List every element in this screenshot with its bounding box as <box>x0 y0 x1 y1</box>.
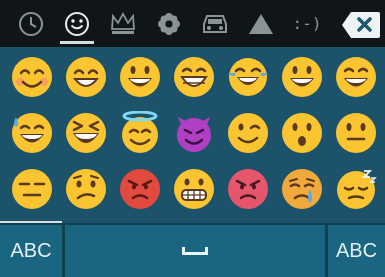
laughing-squinting-face-emoji[interactable] <box>64 111 108 155</box>
crown-icon <box>111 11 135 34</box>
space-bar-icon <box>182 247 208 255</box>
grinning-face-with-smiling-eyes-emoji[interactable] <box>64 55 108 99</box>
smiling-face-with-smiling-eyes-emoji[interactable] <box>10 55 54 99</box>
emoji-grid <box>0 47 385 223</box>
sleepy-face-emoji[interactable] <box>334 167 378 211</box>
tab-objects[interactable] <box>100 0 146 47</box>
hushed-face-emoji[interactable] <box>280 111 324 155</box>
abc-switch-button-left[interactable]: ABC <box>0 225 62 277</box>
smiling-face-open-mouth-2-emoji[interactable] <box>280 55 324 99</box>
grinning-face-emoji[interactable] <box>172 55 216 99</box>
angry-face-emoji[interactable] <box>226 167 270 211</box>
smiling-face-with-halo-emoji[interactable] <box>118 111 162 155</box>
tab-emoticons[interactable]: :-) <box>284 0 330 47</box>
emoji-category-bar: :-) <box>0 0 385 47</box>
abc-left-label: ABC <box>10 239 52 262</box>
smiley-face-icon <box>65 11 89 36</box>
face-with-tears-of-joy-emoji[interactable] <box>226 55 270 99</box>
flower-icon <box>158 12 180 35</box>
space-bar-button[interactable] <box>65 225 325 277</box>
backspace-delete-icon <box>342 12 380 38</box>
smiling-devil-face-emoji[interactable] <box>172 111 216 155</box>
abc-right-label: ABC <box>335 239 378 262</box>
emoji-keyboard: :-) ABC ABC <box>0 0 385 277</box>
tab-recent[interactable] <box>8 0 54 47</box>
keyboard-bottom-row: ABC ABC <box>0 223 385 277</box>
tab-nature[interactable] <box>146 0 192 47</box>
tab-symbols[interactable] <box>238 0 284 47</box>
car-icon <box>203 14 227 33</box>
delete-button[interactable] <box>341 10 381 40</box>
emoticon-text-icon: :-) <box>292 14 322 33</box>
abc-switch-button-right[interactable]: ABC <box>328 225 385 277</box>
winking-face-emoji[interactable] <box>226 111 270 155</box>
recent-clock-icon <box>19 11 43 36</box>
triangle-symbol-icon <box>249 13 273 34</box>
grimacing-face-emoji[interactable] <box>172 167 216 211</box>
confused-face-emoji[interactable] <box>64 167 108 211</box>
tab-travel[interactable] <box>192 0 238 47</box>
smiling-face-with-sweat-emoji[interactable] <box>10 111 54 155</box>
pouting-face-emoji[interactable] <box>118 167 162 211</box>
smiling-face-open-mouth-smiling-eyes-emoji[interactable] <box>334 55 378 99</box>
expressionless-face-emoji[interactable] <box>10 167 54 211</box>
smiling-face-open-mouth-emoji[interactable] <box>118 55 162 99</box>
crying-face-emoji[interactable] <box>280 167 324 211</box>
neutral-face-emoji[interactable] <box>334 111 378 155</box>
tab-smileys[interactable] <box>54 0 100 47</box>
